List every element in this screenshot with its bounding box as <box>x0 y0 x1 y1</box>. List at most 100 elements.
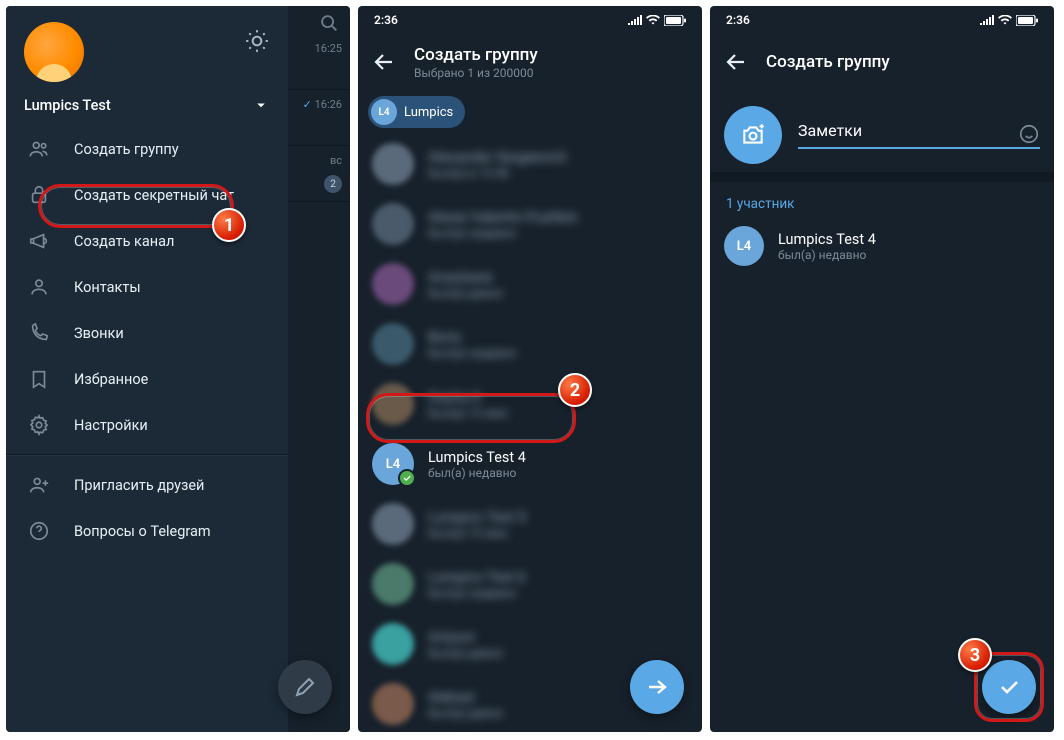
bookmark-icon <box>28 368 50 390</box>
drawer-header <box>6 6 288 92</box>
menu-label: Звонки <box>74 325 124 342</box>
account-name: Lumpics Test <box>24 97 111 114</box>
arrow-right-icon <box>645 675 669 699</box>
panel-1-drawer: 2:36 Lumpics Test Создать группу <box>6 6 350 732</box>
chat-peek-item[interactable]: 16:25 <box>288 34 350 90</box>
drawer-menu-secondary: Пригласить друзей Вопросы о Telegram <box>6 462 288 554</box>
back-button[interactable] <box>372 50 396 74</box>
appbar-titles: Создать группу <box>766 52 890 72</box>
menu-label: Пригласить друзей <box>74 477 204 494</box>
phone-icon <box>28 322 50 344</box>
camera-icon <box>740 122 766 148</box>
menu-label: Настройки <box>74 417 148 434</box>
menu-create-group[interactable]: Создать группу <box>6 126 288 172</box>
menu-settings[interactable]: Настройки <box>6 402 288 448</box>
member-item[interactable]: L4 Lumpics Test 4 был(а) недавно <box>710 218 1054 274</box>
checkmark-icon <box>997 675 1021 699</box>
contact-item-selected[interactable]: L4 Lumpics Test 4 был(а) недавно <box>358 434 702 494</box>
panel-2-select-members: 2:36 Создать группу Выбрано 1 из 200000 … <box>358 6 702 732</box>
member-avatar: L4 <box>724 226 764 266</box>
battery-icon <box>1016 15 1038 26</box>
menu-calls[interactable]: Звонки <box>6 310 288 356</box>
contact-item[interactable]: Alexander Sergeevichбыл(а) в 15.08 <box>358 134 702 194</box>
members-count: 1 участник <box>710 182 1054 218</box>
appbar-title: Создать группу <box>414 45 538 65</box>
emoji-icon[interactable] <box>1018 123 1040 149</box>
chat-time: вс <box>330 154 342 167</box>
member-chip[interactable]: L4 Lumpics <box>368 96 465 128</box>
theme-toggle-icon[interactable] <box>244 28 270 54</box>
contact-name: Lumpics Test 4 <box>428 449 526 466</box>
wifi-icon <box>646 15 660 25</box>
contact-item[interactable]: Anastasiaбыл(а) давно <box>358 254 702 314</box>
group-photo-button[interactable] <box>724 106 782 164</box>
chat-time: 16:25 <box>315 42 342 55</box>
avatar[interactable] <box>24 22 84 82</box>
status-icons <box>628 15 686 26</box>
chevron-down-icon <box>252 96 270 114</box>
status-bar: 2:36 <box>358 6 702 34</box>
pencil-icon <box>293 675 317 699</box>
drawer-panel: Lumpics Test Создать группу Создать секр… <box>6 6 288 732</box>
menu-create-channel[interactable]: Создать канал <box>6 218 288 264</box>
help-icon <box>28 520 50 542</box>
menu-contacts[interactable]: Контакты <box>6 264 288 310</box>
menu-label: Контакты <box>74 279 141 296</box>
step-badge: 3 <box>958 638 992 672</box>
chat-peek-item[interactable]: вс 2 <box>288 146 350 202</box>
member-status: был(а) недавно <box>778 248 876 262</box>
menu-saved[interactable]: Избранное <box>6 356 288 402</box>
signal-icon <box>628 15 642 25</box>
contact-avatar: L4 <box>372 443 414 485</box>
compose-fab[interactable] <box>278 660 332 714</box>
status-bar: 2:36 <box>710 6 1054 34</box>
panel-3-group-setup: 2:36 Создать группу Заметки 1 участник L… <box>710 6 1054 732</box>
lock-icon <box>28 184 50 206</box>
status-icons <box>980 15 1038 26</box>
group-setup-row: Заметки <box>710 90 1054 172</box>
menu-label: Создать группу <box>74 141 179 158</box>
chat-peek-item[interactable]: ✓ 16:26 <box>288 90 350 146</box>
battery-icon <box>664 15 686 26</box>
status-time: 2:36 <box>726 13 750 27</box>
back-button[interactable] <box>724 50 748 74</box>
app-bar: Создать группу <box>710 34 1054 90</box>
group-icon <box>28 138 50 160</box>
contact-item[interactable]: Borisбыл(а) недавно <box>358 314 702 374</box>
group-name-value: Заметки <box>798 121 1040 147</box>
menu-invite[interactable]: Пригласить друзей <box>6 462 288 508</box>
selected-chips: L4 Lumpics <box>358 90 702 134</box>
menu-separator <box>6 454 288 456</box>
megaphone-icon <box>28 230 50 252</box>
person-icon <box>28 276 50 298</box>
appbar-subtitle: Выбрано 1 из 200000 <box>414 66 538 80</box>
check-icon <box>398 469 416 487</box>
chat-peek-list: 16:25 ✓ 16:26 вс 2 <box>288 34 350 202</box>
contact-list[interactable]: Alexander Sergeevichбыл(а) в 15.08 Alexe… <box>358 134 702 732</box>
unread-badge: 2 <box>324 175 342 193</box>
menu-label: Создать канал <box>74 233 174 250</box>
app-bar: Создать группу Выбрано 1 из 200000 <box>358 34 702 90</box>
contact-item[interactable]: Alexei Valentin Pushkinбыл(а) недавно <box>358 194 702 254</box>
contact-item[interactable]: Dasha Kбыл(а) 15 мин <box>358 374 702 434</box>
chip-name: Lumpics <box>404 105 453 120</box>
appbar-title: Создать группу <box>766 52 890 72</box>
add-person-icon <box>28 474 50 496</box>
account-switcher[interactable]: Lumpics Test <box>6 92 288 126</box>
menu-faq[interactable]: Вопросы о Telegram <box>6 508 288 554</box>
input-underline <box>798 147 1040 149</box>
drawer-menu: Создать группу Создать секретный чат Соз… <box>6 126 288 448</box>
menu-secret-chat[interactable]: Создать секретный чат <box>6 172 288 218</box>
signal-icon <box>980 15 994 25</box>
next-fab[interactable] <box>630 660 684 714</box>
contact-item[interactable]: Lumpics Test 6был(а) недавно <box>358 554 702 614</box>
confirm-fab[interactable] <box>982 660 1036 714</box>
menu-label: Вопросы о Telegram <box>74 523 211 540</box>
menu-label: Создать секретный чат <box>74 187 234 204</box>
group-name-input[interactable]: Заметки <box>798 121 1040 149</box>
contact-item[interactable]: Lumpics Test 5был(а) 15 мин <box>358 494 702 554</box>
status-time: 2:36 <box>374 13 398 27</box>
gear-icon <box>28 414 50 436</box>
menu-label: Избранное <box>74 371 148 388</box>
contact-status: был(а) недавно <box>428 466 526 480</box>
